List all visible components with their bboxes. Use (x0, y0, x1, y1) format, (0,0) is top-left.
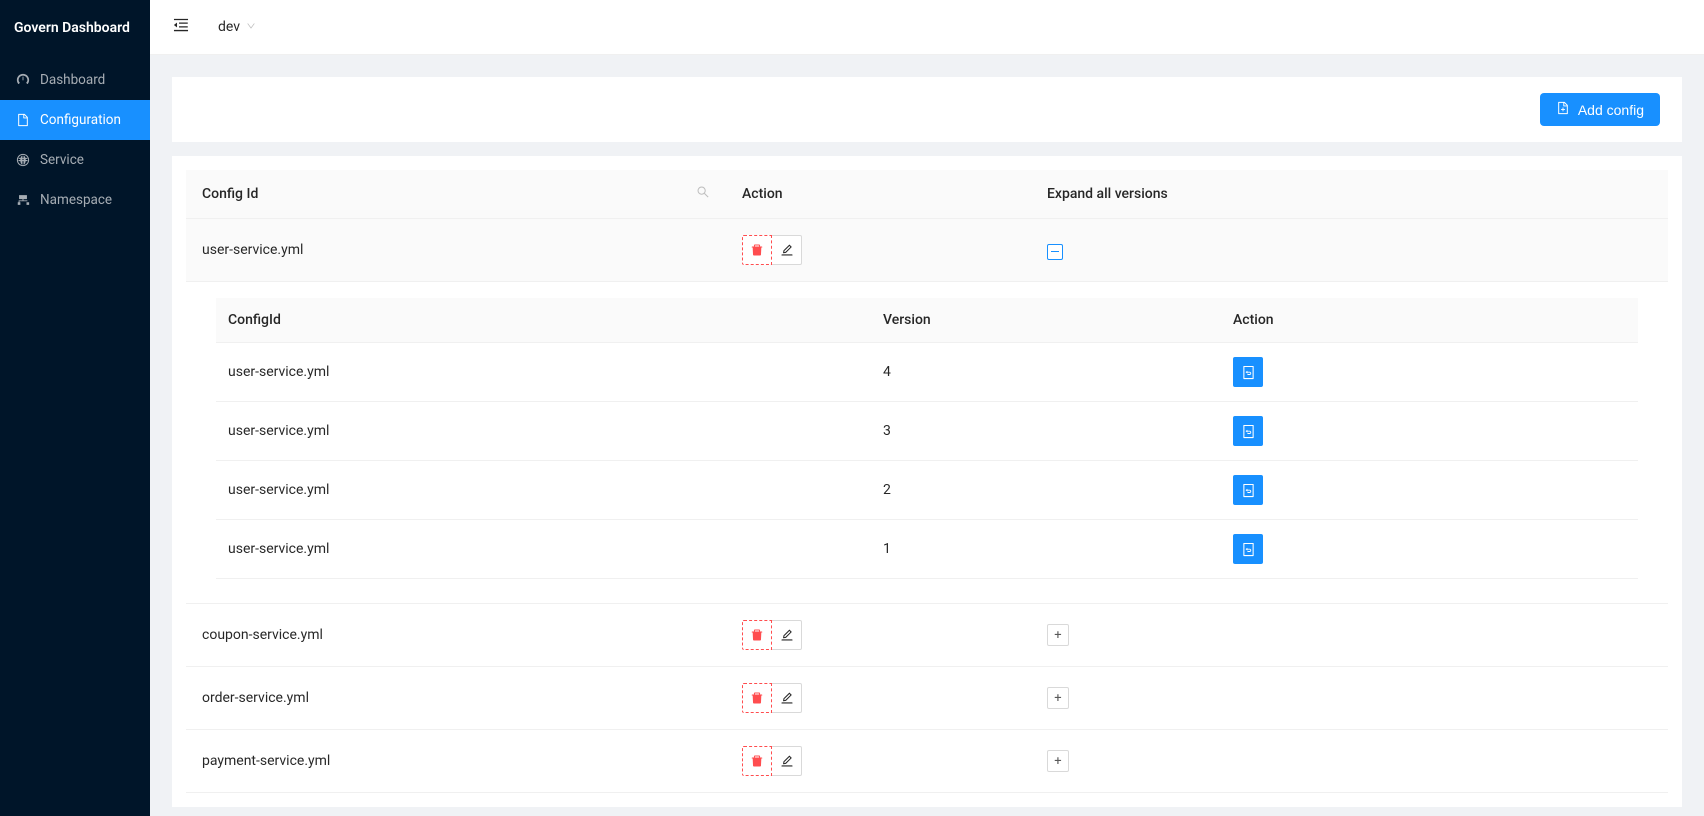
cell-expand: + (1031, 730, 1668, 793)
sidebar-item-configuration[interactable]: Configuration (0, 100, 150, 140)
delete-button[interactable] (742, 235, 772, 265)
sidebar-item-label: Dashboard (40, 72, 105, 88)
cell-config-id: user-service.yml (186, 219, 726, 282)
cell-action (726, 219, 1031, 282)
version-row: user-service.yml 3 (216, 402, 1638, 461)
rollback-button[interactable] (1233, 534, 1263, 564)
column-header-action: Action (726, 170, 1031, 219)
cell-action (726, 604, 1031, 667)
config-table-card: Config Id Action Expand all versions (172, 156, 1682, 807)
rollback-button[interactable] (1233, 416, 1263, 446)
nested-cell-version: 3 (871, 402, 1221, 461)
cell-config-id: payment-service.yml (186, 730, 726, 793)
nested-column-config-id: ConfigId (216, 298, 871, 343)
search-icon[interactable] (696, 185, 710, 203)
cell-expand: + (1031, 667, 1668, 730)
file-add-icon (1556, 101, 1570, 118)
nested-cell-version: 4 (871, 343, 1221, 402)
nested-cell-config-id: user-service.yml (216, 402, 871, 461)
table-row: order-service.yml (186, 667, 1668, 730)
nested-cell-config-id: user-service.yml (216, 520, 871, 579)
delete-button[interactable] (742, 683, 772, 713)
add-config-label: Add config (1578, 102, 1644, 118)
global-icon (16, 153, 30, 167)
topbar: dev (150, 0, 1704, 55)
cell-expand (1031, 219, 1668, 282)
sidebar-item-label: Configuration (40, 112, 121, 128)
nested-table-row: ConfigId Version Action user-service.yml (186, 282, 1668, 604)
menu-fold-icon[interactable] (172, 16, 190, 38)
rollback-button[interactable] (1233, 475, 1263, 505)
rollback-button[interactable] (1233, 357, 1263, 387)
delete-button[interactable] (742, 746, 772, 776)
expand-row-button[interactable]: + (1047, 687, 1069, 709)
edit-button[interactable] (772, 235, 802, 265)
nested-column-action: Action (1221, 298, 1638, 343)
edit-button[interactable] (772, 746, 802, 776)
edit-button[interactable] (772, 620, 802, 650)
table-row: payment-service.yml (186, 730, 1668, 793)
nested-cell-action (1221, 520, 1638, 579)
version-row: user-service.yml 2 (216, 461, 1638, 520)
environment-value: dev (218, 19, 240, 35)
sidebar-item-service[interactable]: Service (0, 140, 150, 180)
cell-config-id: coupon-service.yml (186, 604, 726, 667)
sidebar: Govern Dashboard Dashboard Configuration… (0, 0, 150, 816)
nested-cell-version: 1 (871, 520, 1221, 579)
cell-action (726, 730, 1031, 793)
expand-row-button[interactable]: + (1047, 750, 1069, 772)
config-table: Config Id Action Expand all versions (186, 170, 1668, 793)
nested-column-version: Version (871, 298, 1221, 343)
sidebar-item-label: Service (40, 152, 84, 168)
expand-row-button[interactable]: + (1047, 624, 1069, 646)
nested-cell-version: 2 (871, 461, 1221, 520)
table-row: user-service.yml (186, 219, 1668, 282)
version-row: user-service.yml 1 (216, 520, 1638, 579)
main: dev Add config (150, 0, 1704, 816)
add-config-button[interactable]: Add config (1540, 93, 1660, 126)
sidebar-item-label: Namespace (40, 192, 112, 208)
chevron-down-icon (246, 19, 256, 35)
collapse-row-button[interactable] (1047, 244, 1063, 260)
content: Add config Config Id Action (150, 55, 1704, 816)
file-icon (16, 113, 30, 127)
nested-cell-action (1221, 461, 1638, 520)
toolbar: Add config (172, 77, 1682, 142)
app-title: Govern Dashboard (0, 0, 150, 60)
cell-action (726, 667, 1031, 730)
column-header-config-id: Config Id (186, 170, 726, 219)
edit-button[interactable] (772, 683, 802, 713)
nested-cell-config-id: user-service.yml (216, 461, 871, 520)
sidebar-item-dashboard[interactable]: Dashboard (0, 60, 150, 100)
delete-button[interactable] (742, 620, 772, 650)
nested-cell-config-id: user-service.yml (216, 343, 871, 402)
dashboard-icon (16, 73, 30, 87)
nested-cell-action (1221, 343, 1638, 402)
column-header-expand: Expand all versions (1031, 170, 1668, 219)
environment-select[interactable]: dev (218, 19, 256, 35)
cell-expand: + (1031, 604, 1668, 667)
cluster-icon (16, 193, 30, 207)
cell-config-id: order-service.yml (186, 667, 726, 730)
table-row: coupon-service.yml (186, 604, 1668, 667)
sidebar-item-namespace[interactable]: Namespace (0, 180, 150, 220)
version-row: user-service.yml 4 (216, 343, 1638, 402)
nested-cell-action (1221, 402, 1638, 461)
versions-table: ConfigId Version Action user-service.yml (216, 298, 1638, 579)
sidebar-menu: Dashboard Configuration Service Namespac… (0, 60, 150, 220)
